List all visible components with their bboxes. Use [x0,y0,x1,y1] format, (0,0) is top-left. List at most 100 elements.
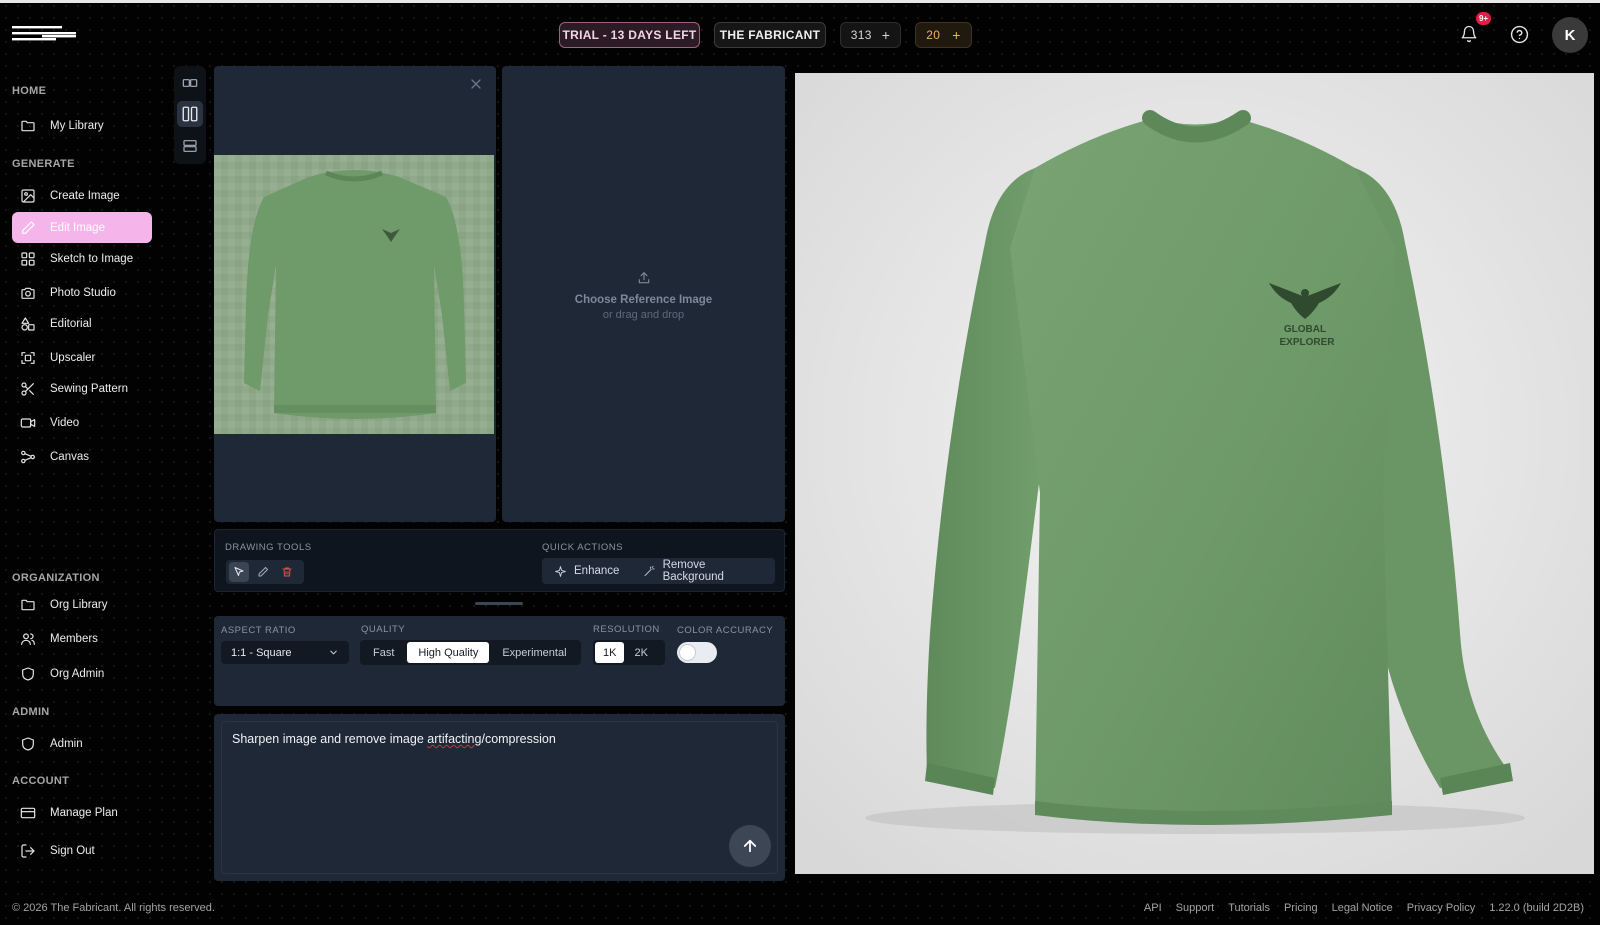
sidebar-item-label: Members [50,632,98,645]
sidebar-item-sewing-pattern[interactable]: Sewing Pattern [12,373,152,404]
sidebar-item-sketch-to-image[interactable]: Sketch to Image [12,243,152,274]
folder-icon [21,599,35,610]
trash-icon [282,567,292,577]
select-tool-button[interactable] [229,562,249,582]
reference-title: Choose Reference Image [574,294,713,306]
view-mode-toolbar [174,66,206,164]
sidebar-item-label: Org Admin [50,667,105,680]
enhance-button[interactable]: Enhance [542,558,631,584]
sidebar-item-editorial[interactable]: Editorial [12,308,152,339]
bonus-credits-button[interactable]: 20 + [915,22,972,48]
view-columns-button[interactable] [177,101,203,127]
quick-actions: Enhance Remove Background [542,558,775,584]
result-image[interactable]: GLOBAL EXPLORER [795,73,1594,874]
scissors-icon [21,381,34,396]
prompt-text-part: /compression [481,732,556,746]
sidebar-item-canvas[interactable]: Canvas [12,441,152,472]
reference-subtitle: or drag and drop [602,309,685,321]
view-rows-button[interactable] [177,133,203,159]
sidebar-item-label: Org Library [50,598,108,611]
remove-background-label: Remove Background [662,559,724,583]
resize-handle[interactable] [475,602,523,605]
footer-link-legal[interactable]: Legal Notice [1332,902,1393,914]
sidebar-item-label: Photo Studio [50,286,116,299]
resolution-2k-button[interactable]: 2K [626,642,655,663]
bell-icon[interactable] [1458,23,1480,45]
resolution-1k-button[interactable]: 1K [595,642,625,663]
folder-icon [21,120,35,131]
sidebar-item-label: Manage Plan [50,806,118,819]
plus-icon: + [952,27,961,43]
image-icon [21,188,35,203]
user-avatar[interactable]: K [1552,17,1588,53]
logout-icon [21,843,35,858]
prompt-textarea[interactable]: Sharpen image and remove image artifacti… [221,721,778,874]
toggle-knob [680,645,695,660]
section-home: HOME [12,85,47,97]
prompt-text: Sharpen image and remove image artifacti… [232,732,556,746]
quality-experimental-button[interactable]: Experimental [491,642,577,663]
source-image[interactable] [214,155,494,434]
remove-background-button[interactable]: Remove Background [631,558,775,584]
logo-text-line2: EXPLORER [1279,337,1335,348]
header-status: TRIAL - 13 DAYS LEFT THE FABRICANT 313 +… [559,22,972,48]
enhance-label: Enhance [574,565,620,577]
shapes-icon [21,316,35,331]
sidebar-item-admin[interactable]: Admin [12,728,152,759]
sidebar-item-label: Video [50,416,80,429]
sidebar-item-label: Upscaler [50,351,96,364]
bonus-credits-count: 20 [926,28,941,42]
sidebar-item-label: Sewing Pattern [50,382,128,395]
org-switcher[interactable]: THE FABRICANT [714,22,826,48]
color-accuracy-toggle[interactable] [677,642,717,663]
chevron-down-icon [330,650,337,655]
sidebar-item-photo-studio[interactable]: Photo Studio [12,277,152,308]
drawing-tools [226,560,304,584]
sidebar-item-members[interactable]: Members [12,623,152,654]
brush-tool-button[interactable] [253,562,273,582]
sidebar-item-label: My Library [50,119,104,132]
sidebar-item-upscaler[interactable]: Upscaler [12,342,152,373]
sidebar-item-my-library[interactable]: My Library [12,110,152,141]
pencil-icon [22,220,35,234]
footer-link-api[interactable]: API [1144,902,1162,914]
sidebar-item-org-admin[interactable]: Org Admin [12,658,152,689]
sidebar: HOME My Library GENERATE Create Image Ed… [0,0,160,925]
close-icon[interactable] [468,76,484,92]
cursor-icon [234,567,244,576]
sidebar-item-sign-out[interactable]: Sign Out [12,835,152,866]
sidebar-item-label: Create Image [50,189,120,202]
footer-link-privacy[interactable]: Privacy Policy [1407,902,1475,914]
shield-icon [22,666,34,681]
trial-badge[interactable]: TRIAL - 13 DAYS LEFT [559,22,700,48]
footer-link-support[interactable]: Support [1176,902,1215,914]
plus-icon: + [881,27,891,43]
clear-mask-button[interactable] [277,562,297,582]
aspect-ratio-value: 1:1 - Square [231,646,292,659]
grid-icon [21,251,35,266]
nodes-icon [21,450,35,463]
shield-icon [22,736,34,751]
quality-fast-button[interactable]: Fast [362,642,405,663]
view-side-by-side-button[interactable] [177,70,203,96]
sidebar-item-label: Sketch to Image [50,252,134,265]
help-icon[interactable] [1508,23,1530,45]
section-generate: GENERATE [12,158,75,170]
org-label: THE FABRICANT [719,28,821,42]
aspect-ratio-select[interactable]: 1:1 - Square [221,641,349,664]
footer-link-tutorials[interactable]: Tutorials [1228,902,1270,914]
reference-image-dropzone[interactable]: Choose Reference Image or drag and drop [502,66,785,522]
users-icon [21,632,35,645]
sidebar-item-create-image[interactable]: Create Image [12,180,152,211]
sidebar-item-edit-image[interactable]: Edit Image [12,212,152,243]
sidebar-item-video[interactable]: Video [12,407,152,438]
resolution-selector: 1K 2K [593,640,665,665]
sidebar-item-manage-plan[interactable]: Manage Plan [12,797,152,828]
footer-link-pricing[interactable]: Pricing [1284,902,1318,914]
quality-high-button[interactable]: High Quality [407,642,490,663]
sidebar-item-org-library[interactable]: Org Library [12,589,152,620]
quick-actions-label: QUICK ACTIONS [542,542,623,553]
source-image-panel [214,66,496,522]
submit-button[interactable] [729,825,771,867]
credits-button[interactable]: 313 + [840,22,901,48]
